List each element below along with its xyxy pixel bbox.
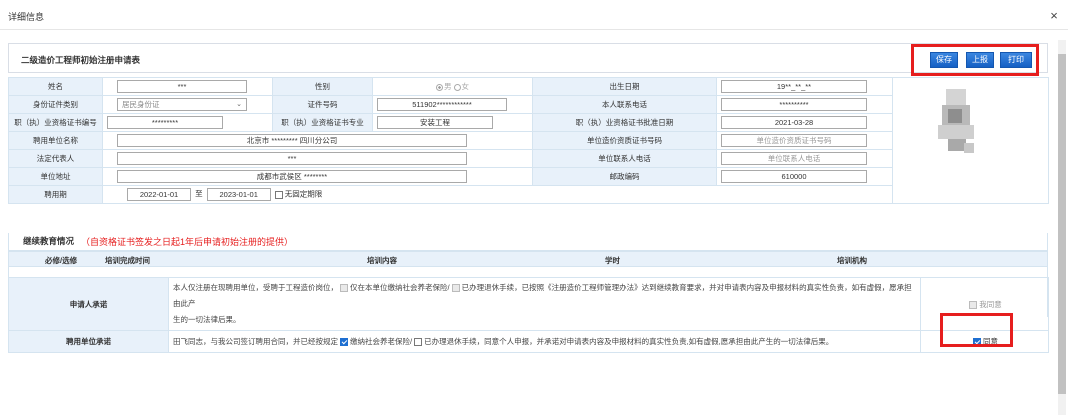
idno-label: 证件号码 — [272, 95, 373, 114]
birth-input[interactable]: 19**_**_** — [721, 80, 867, 93]
qualno-input[interactable]: 单位造价资质证书号码 — [721, 134, 867, 147]
postcode-input[interactable]: 610000 — [721, 170, 867, 183]
gender-female-label: 女 — [461, 82, 470, 91]
name-label: 姓名 — [8, 77, 103, 96]
education-header: 继续教育情况 （自资格证书签发之日起1年后申请初始注册的提供） — [8, 233, 1048, 251]
employer-text-b: 缴纳社会养老保险/ — [350, 336, 413, 346]
close-icon[interactable]: × — [1047, 9, 1061, 24]
employer-promise-label: 聘用单位承诺 — [8, 330, 169, 353]
phone-label: 本人联系电话 — [532, 95, 717, 114]
idtype-label: 身份证件类别 — [8, 95, 103, 114]
applicant-text-a: 本人仅注册在现聘用单位，受聘于工程造价岗位， — [173, 283, 338, 292]
education-columns: 必修/选修 培训完成时间 培训内容 学时 培训机构 — [8, 251, 1048, 267]
employer-insurance-checkbox[interactable] — [340, 337, 348, 346]
idtype-value: 居民身份证 — [122, 100, 160, 109]
applicant-agree-checkbox[interactable] — [969, 300, 978, 309]
form-header: 二级造价工程师初始注册申请表 保存 上报 打印 — [8, 43, 1048, 76]
agree-highlight — [940, 313, 1013, 347]
col-time: 培训完成时间 — [105, 256, 150, 265]
unitphone-label: 单位联系人电话 — [532, 149, 717, 168]
print-button[interactable]: 打印 — [1000, 52, 1032, 68]
period-label: 聘用期 — [8, 185, 103, 204]
education-note: （自资格证书签发之日起1年后申请初始注册的提供） — [81, 237, 294, 247]
applicant-text-b: 仅在本单位缴纳社会养老保险/ — [350, 283, 450, 292]
applicant-text-d: 生的一切法律后果。 — [173, 315, 241, 324]
employer-retired-checkbox[interactable] — [414, 337, 423, 346]
period-nolimit-label: 无固定期限 — [284, 189, 323, 199]
birth-label: 出生日期 — [532, 77, 717, 96]
vertical-scrollbar[interactable] — [1058, 40, 1066, 415]
dialog-title: 详细信息 — [8, 12, 45, 22]
applicant-agree-label: 我同意 — [979, 299, 1002, 309]
idtype-select[interactable]: 居民身份证 ⌄ — [117, 98, 247, 111]
applicant-photo — [938, 89, 974, 161]
employer-input[interactable]: 北京市 ********* 四川分公司 — [117, 134, 467, 147]
certdate-input[interactable]: 2021-03-28 — [721, 116, 867, 129]
idno-input[interactable]: 511902************ — [377, 98, 507, 111]
certno-input[interactable]: ********* — [107, 116, 223, 129]
gender-male-radio[interactable] — [435, 83, 443, 91]
promise-table: 申请人承诺 本人仅注册在现聘用单位，受聘于工程造价岗位， 仅在本单位缴纳社会养老保… — [8, 277, 1049, 353]
action-buttons-highlight: 保存 上报 打印 — [911, 44, 1039, 76]
certdate-label: 职（执）业资格证书批准日期 — [532, 113, 717, 132]
certno-label: 职（执）业资格证书编号 — [8, 113, 103, 132]
chevron-down-icon: ⌄ — [236, 101, 242, 108]
postcode-label: 邮政编码 — [532, 167, 717, 186]
name-input[interactable]: *** — [117, 80, 247, 93]
applicant-retired-checkbox[interactable] — [451, 284, 460, 293]
form-area: 二级造价工程师初始注册申请表 保存 上报 打印 姓名 *** 性别 男 女 出生… — [8, 43, 1049, 353]
col-hours: 学时 — [605, 256, 620, 265]
col-content: 培训内容 — [367, 256, 397, 265]
gender-female-radio[interactable] — [453, 83, 461, 91]
period-nolimit-checkbox[interactable] — [274, 190, 283, 199]
applicant-promise-text: 本人仅注册在现聘用单位，受聘于工程造价岗位， 仅在本单位缴纳社会养老保险/已办理退… — [168, 277, 921, 331]
employer-text-c: 已办理退休手续，同意个人申报，并承诺对申请表内容及申报材料的真实性负责,如有虚假… — [424, 336, 834, 346]
phone-input[interactable]: ********** — [721, 98, 867, 111]
form-title: 二级造价工程师初始注册申请表 — [21, 55, 141, 65]
employer-text-a: 田飞同志，与我公司签订聘用合同，并已经按规定 — [173, 336, 338, 346]
basic-info-table: 姓名 *** 性别 男 女 出生日期 19**_**_** 身份证件类别 居民身… — [8, 77, 1049, 204]
employer-label: 聘用单位名称 — [8, 131, 103, 150]
address-label: 单位地址 — [8, 167, 103, 186]
col-institution: 培训机构 — [837, 256, 867, 265]
employer-promise-text: 田飞同志，与我公司签订聘用合同，并已经按规定 缴纳社会养老保险/已办理退休手续，同… — [168, 330, 921, 353]
report-button[interactable]: 上报 — [966, 52, 994, 68]
period-from-input[interactable]: 2022-01-01 — [127, 188, 191, 201]
gender-radio-group: 男 女 — [372, 77, 533, 96]
save-button[interactable]: 保存 — [930, 52, 958, 68]
legal-label: 法定代表人 — [8, 149, 103, 168]
col-required: 必修/选修 — [45, 256, 78, 265]
period-sep: 至 — [195, 189, 203, 199]
legal-input[interactable]: *** — [117, 152, 467, 165]
applicant-insurance-checkbox[interactable] — [340, 284, 348, 293]
major-label: 职（执）业资格证书专业 — [272, 113, 373, 132]
divider — [0, 29, 1068, 30]
qualno-label: 单位造价资质证书号码 — [532, 131, 717, 150]
education-title: 继续教育情况 — [23, 236, 75, 246]
unitphone-input[interactable]: 单位联系人电话 — [721, 152, 867, 165]
gender-male-label: 男 — [443, 82, 452, 91]
scrollbar-thumb[interactable] — [1058, 54, 1066, 394]
applicant-promise-label: 申请人承诺 — [8, 277, 169, 331]
address-input[interactable]: 成都市武侯区 ******** — [117, 170, 467, 183]
gender-label: 性别 — [272, 77, 373, 96]
major-input[interactable]: 安装工程 — [377, 116, 493, 129]
period-to-input[interactable]: 2023-01-01 — [206, 188, 271, 201]
